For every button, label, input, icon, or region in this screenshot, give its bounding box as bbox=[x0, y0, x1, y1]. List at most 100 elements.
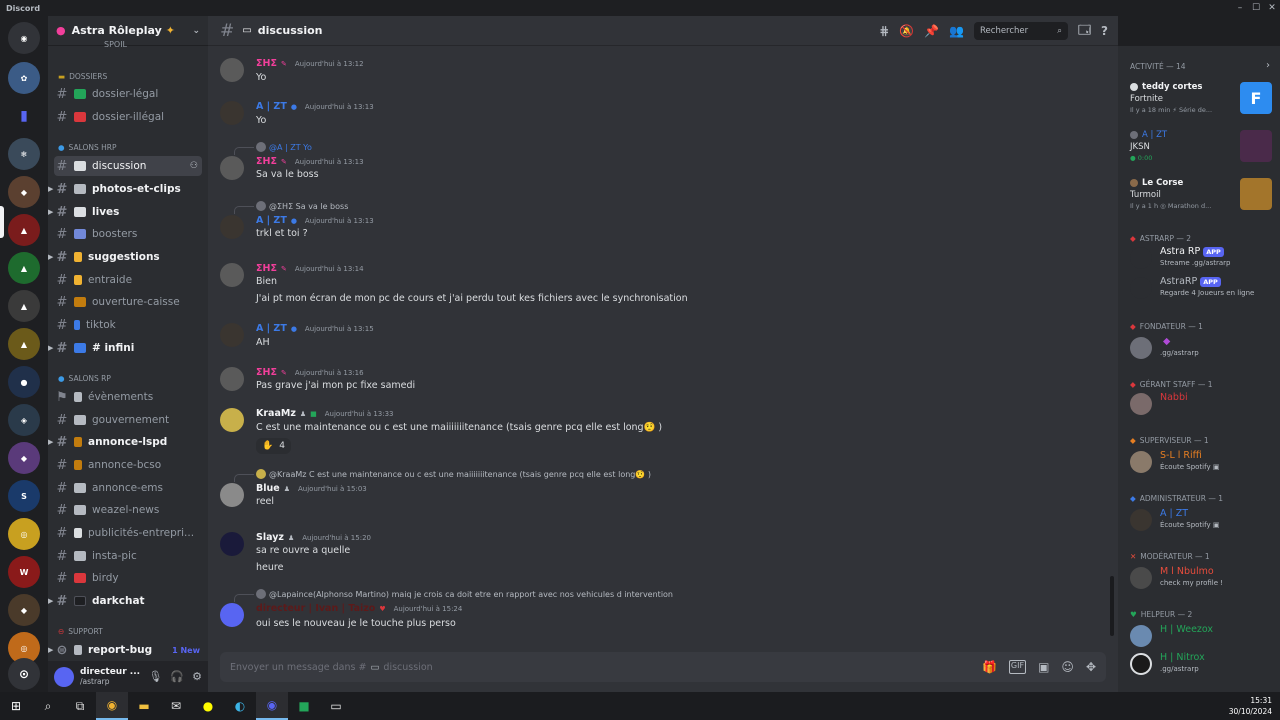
channel-birdy[interactable]: # birdy bbox=[54, 568, 202, 588]
windows-start-icon[interactable]: ⊞ bbox=[0, 692, 32, 720]
inbox-icon[interactable]: 🗔 bbox=[1078, 21, 1091, 42]
reaction[interactable]: ✋ 4 bbox=[256, 438, 291, 454]
server-icon[interactable]: ● bbox=[8, 366, 40, 398]
channel-darkchat[interactable]: ▶ # darkchat bbox=[48, 591, 202, 611]
channel-gouvernement[interactable]: # gouvernement bbox=[54, 410, 202, 430]
activity-card[interactable]: A | ZT JKSN ● 0:00 bbox=[1130, 130, 1272, 162]
channel-weazel-news[interactable]: # weazel-news bbox=[54, 500, 202, 520]
channel-tiktok[interactable]: # tiktok bbox=[54, 315, 202, 335]
minimize-icon[interactable]: – bbox=[1232, 3, 1248, 13]
channel-publicites[interactable]: # publicités-entrepri... bbox=[54, 523, 202, 543]
emoji-icon[interactable]: ☺ bbox=[1061, 660, 1074, 674]
reply-reference[interactable]: @Lapaince(Alphonso Martino) maiq je croi… bbox=[234, 589, 673, 602]
channel-infini[interactable]: ▶ # # infini bbox=[48, 338, 202, 358]
channel-dossier-legal[interactable]: # dossier-légal bbox=[54, 84, 202, 104]
channel-ouverture-caisse[interactable]: # ouverture-caisse bbox=[54, 292, 202, 312]
spoiler-channel[interactable]: spoil bbox=[104, 40, 127, 49]
channel-annonce-ems[interactable]: # annonce-ems bbox=[54, 478, 202, 498]
app-icon[interactable]: ▭ bbox=[320, 692, 352, 720]
scrollbar[interactable] bbox=[1110, 576, 1114, 636]
reply-reference[interactable]: @ΣΗΣ Sa va le boss bbox=[234, 201, 348, 214]
channel-report-bug[interactable]: ▶ ⊜ report-bug 1 New bbox=[48, 640, 202, 660]
member-item[interactable]: Nabbi bbox=[1130, 390, 1270, 416]
channel-photos-et-clips[interactable]: ▶ # photos-et-clips bbox=[48, 179, 202, 199]
search-icon[interactable]: ⌕ bbox=[32, 692, 64, 720]
channel-annonce-lspd[interactable]: ▶ # annonce-lspd bbox=[48, 432, 202, 452]
notification-mute-icon[interactable]: 🔕 bbox=[899, 24, 914, 38]
search-input[interactable]: Rechercher ⌕ bbox=[974, 22, 1069, 40]
threads-icon[interactable]: ⋕ bbox=[879, 24, 889, 38]
user-status: /astrarp bbox=[80, 677, 110, 686]
microphone-icon[interactable]: 🎙 bbox=[148, 670, 162, 683]
server-icon[interactable]: ◎ bbox=[8, 518, 40, 550]
server-icon[interactable]: ◈ bbox=[8, 404, 40, 436]
headphones-icon[interactable]: 🎧 bbox=[170, 670, 184, 683]
member-item[interactable]: ◆ .gg/astrarp bbox=[1130, 334, 1270, 360]
channel-dossier-illegal[interactable]: # dossier-illégal bbox=[54, 107, 202, 127]
member-item[interactable]: AstraRP APP Regarde 4 Joueurs en ligne bbox=[1130, 274, 1270, 300]
edge-icon[interactable]: ◐ bbox=[224, 692, 256, 720]
member-list-icon[interactable]: 👥 bbox=[949, 24, 964, 38]
close-icon[interactable]: ✕ bbox=[1264, 3, 1280, 13]
snapchat-icon[interactable]: ● bbox=[192, 692, 224, 720]
reply-reference[interactable]: @KraaMz C est une maintenance ou c est u… bbox=[234, 469, 651, 482]
category-salons-rp[interactable]: ● SALONS RP bbox=[58, 374, 111, 383]
avatar[interactable] bbox=[54, 666, 74, 687]
channel-discussion[interactable]: # discussion ⚇ bbox=[54, 156, 202, 176]
activity-card[interactable]: teddy cortes Fortnite Il y a 18 min ⚡ Sé… bbox=[1130, 82, 1272, 114]
channel-lives[interactable]: ▶ # lives bbox=[48, 202, 202, 222]
member-item[interactable]: H | Weezox bbox=[1130, 622, 1270, 648]
member-item[interactable]: M l Nbulmo check my profile ! bbox=[1130, 564, 1270, 590]
channel-annonce-bcso[interactable]: # annonce-bcso bbox=[54, 455, 202, 475]
server-header[interactable]: ● Astra Rôleplay ✦ ⌄ bbox=[48, 16, 208, 46]
file-explorer-icon[interactable]: ▬ bbox=[128, 692, 160, 720]
channel-insta-pic[interactable]: # insta-pic bbox=[54, 546, 202, 566]
member-item[interactable]: H | Nitrox .gg/astrarp bbox=[1130, 650, 1270, 676]
channel-emoji bbox=[74, 483, 86, 493]
channel-entraide[interactable]: # entraide bbox=[54, 270, 202, 290]
member-item[interactable]: A | ZT Écoute Spotify ▣ bbox=[1130, 506, 1270, 532]
chrome-icon[interactable]: ◉ bbox=[96, 692, 128, 720]
category-dossiers[interactable]: ▬ DOSSIERS bbox=[58, 72, 107, 81]
message-input[interactable]: Envoyer un message dans # ▭ discussion 🎁 G… bbox=[220, 652, 1106, 682]
pin-icon[interactable]: 📌 bbox=[924, 24, 939, 38]
channel-boosters[interactable]: # boosters bbox=[54, 224, 202, 244]
folder-icon[interactable]: ▮ bbox=[8, 100, 40, 132]
server-icon[interactable]: ✿ bbox=[8, 62, 40, 94]
discord-icon[interactable]: ◉ bbox=[256, 692, 288, 720]
spotify-icon[interactable]: ■ bbox=[288, 692, 320, 720]
server-icon[interactable]: ▲ bbox=[8, 214, 40, 246]
system-clock[interactable]: 15:31 30/10/2024 bbox=[1229, 695, 1280, 717]
server-icon[interactable]: ▲ bbox=[8, 328, 40, 360]
chevron-right-icon[interactable]: › bbox=[1266, 60, 1270, 71]
activity-card[interactable]: Le Corse Turmoil Il y a 1 h ◎ Marathon d… bbox=[1130, 178, 1272, 210]
reply-reference[interactable]: @A | ZT Yo bbox=[234, 142, 312, 155]
discord-home-icon[interactable]: ◉ bbox=[8, 22, 40, 54]
server-icon[interactable]: ▲ bbox=[8, 252, 40, 284]
gift-icon[interactable]: 🎁 bbox=[982, 660, 997, 674]
server-icon[interactable]: ◆ bbox=[8, 176, 40, 208]
maximize-icon[interactable]: ☐ bbox=[1248, 3, 1264, 13]
help-icon[interactable]: ? bbox=[1101, 24, 1108, 38]
task-view-icon[interactable]: ⧉ bbox=[64, 692, 96, 720]
server-icon[interactable]: ◆ bbox=[8, 594, 40, 626]
server-icon[interactable]: ❄ bbox=[8, 138, 40, 170]
server-icon[interactable]: ▲ bbox=[8, 290, 40, 322]
gif-icon[interactable]: GIF bbox=[1008, 660, 1027, 674]
member-item[interactable]: S-L l Riffi Écoute Spotify ▣ bbox=[1130, 448, 1270, 474]
user-panel[interactable]: directeur ... /astrarp 🎙 🎧 ⚙ bbox=[48, 661, 208, 692]
channel-suggestions[interactable]: ▶ # suggestions bbox=[48, 247, 202, 267]
category-support[interactable]: ⊖ SUPPORT bbox=[58, 627, 103, 636]
apps-icon[interactable]: ✥ bbox=[1086, 660, 1096, 674]
server-icon[interactable]: W bbox=[8, 556, 40, 588]
explore-icon[interactable]: ⊙ bbox=[8, 658, 40, 690]
mail-icon[interactable]: ✉ bbox=[160, 692, 192, 720]
server-icon[interactable]: ◆ bbox=[8, 442, 40, 474]
channel-evenements[interactable]: ⚑ évènements bbox=[54, 387, 202, 407]
server-icon[interactable]: S bbox=[8, 480, 40, 512]
sticker-icon[interactable]: ▣ bbox=[1038, 660, 1049, 674]
category-salons-hrp[interactable]: ● SALONS HRP bbox=[58, 143, 117, 152]
add-member-icon[interactable]: ⚇ bbox=[190, 161, 202, 171]
gear-icon[interactable]: ⚙ bbox=[192, 670, 202, 683]
member-item[interactable]: Astra RP APP Streame .gg/astrarp bbox=[1130, 244, 1270, 270]
